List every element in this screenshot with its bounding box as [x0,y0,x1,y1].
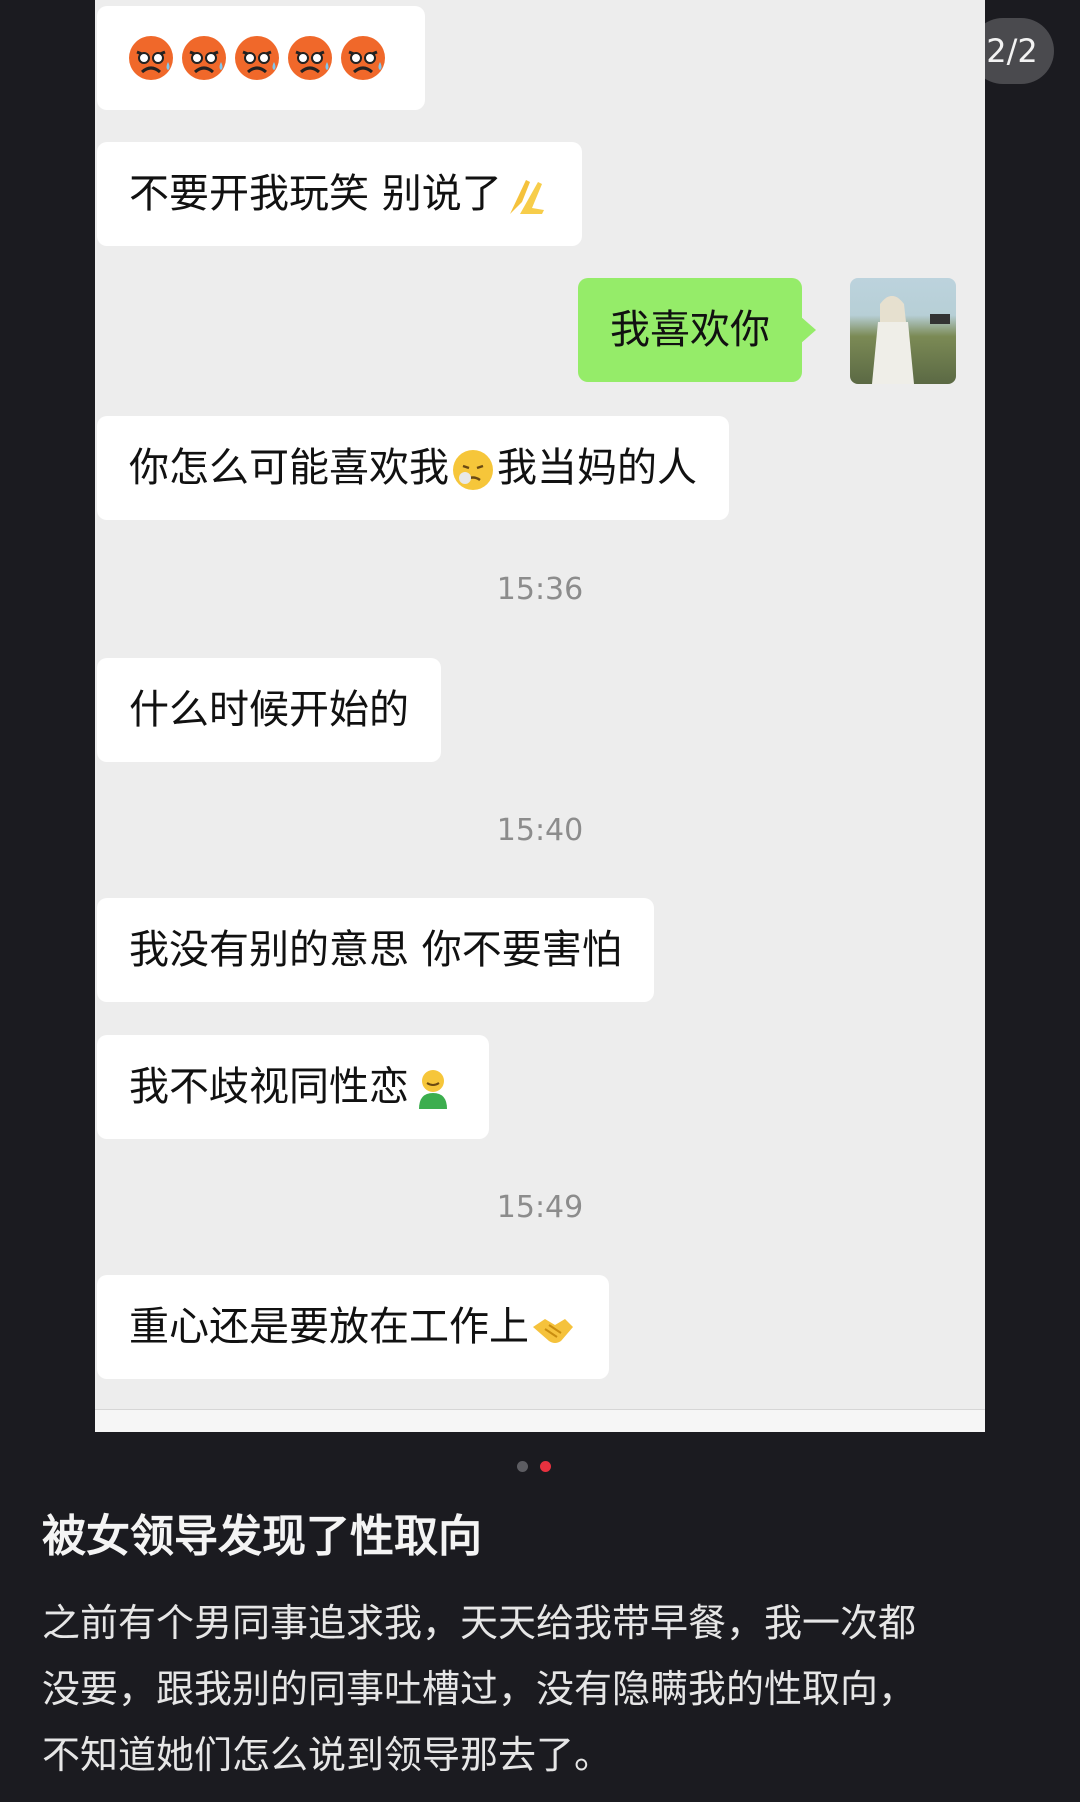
handshake-icon [533,1319,573,1343]
carousel-dot-active[interactable] [540,1461,551,1472]
message-emoji-row [97,6,425,110]
carousel-dot[interactable] [517,1461,528,1472]
avatar[interactable] [850,278,956,384]
message-bubble-8: 我不歧视同性恋 [97,1035,489,1139]
message-text: 不要开我玩笑 别说了 [129,171,502,217]
message-text: 我没有别的意思 你不要害怕 [129,927,622,973]
message-text: 我当妈的人 [497,445,697,491]
post-body: 之前有个男同事追求我，天天给我带早餐，我一次都 没要，跟我别的同事吐槽过，没有隐… [42,1590,1042,1788]
avatar-photo-icon [872,296,950,384]
message-bubble-7: 我没有别的意思 你不要害怕 [97,898,654,1002]
message-text: 什么时候开始的 [129,687,409,733]
message-text: 我喜欢你 [610,307,770,353]
message-bubble-5: 什么时候开始的 [97,658,441,762]
post-body-line: 不知道她们怎么说到领导那去了。 [42,1733,613,1777]
folded-hands-icon [509,180,544,214]
worried-face-icon [453,450,493,490]
post-body-line: 之前有个男同事追求我，天天给我带早餐，我一次都 [42,1601,917,1645]
crying-angry-face-icon [129,34,387,82]
timestamp: 15:36 [496,572,584,607]
message-text: 重心还是要放在工作上 [129,1304,529,1350]
chat-screenshot[interactable]: 不要开我玩笑 别说了 我喜欢你 你怎么可能喜欢我 我当妈的人 15:36 什么时候… [95,0,985,1432]
smiley-green-person-icon [419,1070,447,1109]
timestamp: 15:40 [496,813,584,848]
carousel-indicator [517,1457,563,1472]
post-body-line: 没要，跟我别的同事吐槽过，没有隐瞒我的性取向， [42,1667,917,1711]
timestamp: 15:49 [496,1190,584,1225]
message-bubble-1: 不要开我玩笑 别说了 [97,142,582,246]
message-bubble-3: 你怎么可能喜欢我 我当妈的人 [97,416,729,520]
chat-bottom-edge [95,1409,985,1432]
message-text: 我不歧视同性恋 [129,1064,409,1110]
post-title: 被女领导发现了性取向 [42,1511,482,1562]
message-bubble-sent: 我喜欢你 [578,278,816,382]
message-bubble-10: 重心还是要放在工作上 [97,1275,609,1379]
message-text: 你怎么可能喜欢我 [129,445,449,491]
